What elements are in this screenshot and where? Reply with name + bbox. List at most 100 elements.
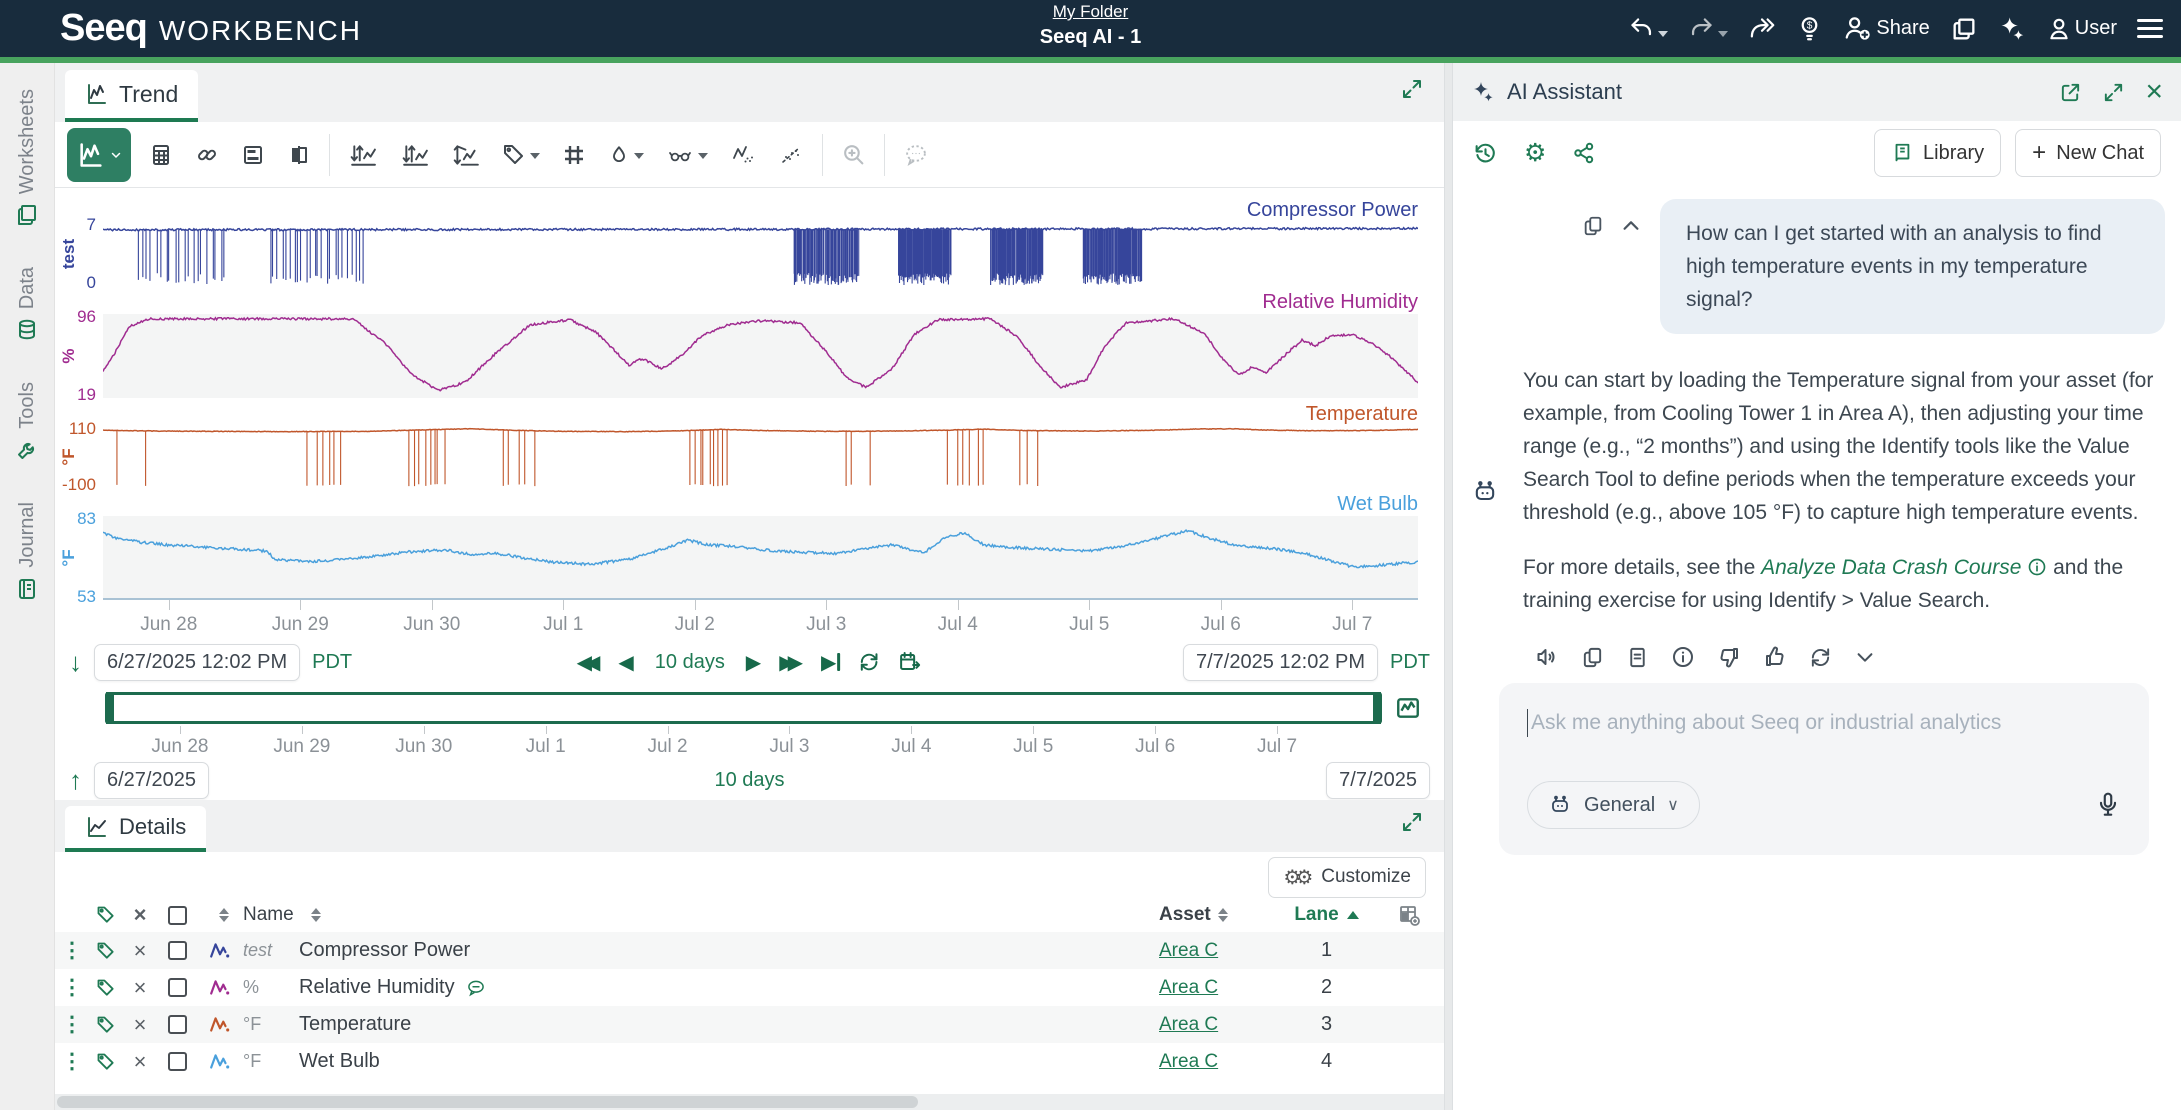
share-chat-icon[interactable] [1572, 141, 1596, 165]
restore-button[interactable] [1748, 15, 1776, 42]
copy-response-icon[interactable] [1581, 645, 1604, 669]
samples-droplet-icon[interactable] [608, 143, 644, 167]
row-menu-icon[interactable]: ⋮ [55, 938, 89, 963]
usage-button[interactable]: $ [1796, 15, 1823, 42]
header-tag-icon[interactable] [89, 905, 123, 925]
row-menu-icon[interactable]: ⋮ [55, 975, 89, 1000]
display-start-input[interactable]: 6/27/2025 12:02 PM [94, 644, 300, 681]
header-icon-sort[interactable] [197, 908, 243, 922]
gridlines-icon[interactable] [562, 143, 586, 167]
header-lane[interactable]: Lane [1279, 904, 1374, 926]
asset-link[interactable]: Area C [1159, 1014, 1218, 1036]
ai-settings-icon[interactable]: ⚙ [1524, 141, 1546, 166]
auto-scale-axis-icon[interactable] [400, 142, 430, 168]
crash-course-link[interactable]: Analyze Data Crash Course [1761, 556, 2021, 579]
header-name[interactable]: Name [243, 904, 1159, 926]
labels-tag-icon[interactable] [502, 143, 540, 167]
tab-trend[interactable]: Trend [65, 70, 198, 122]
scrollbar-thumb[interactable] [57, 1096, 918, 1108]
step-forward-half-button[interactable]: ▶ [746, 650, 761, 675]
ai-expand-icon[interactable] [2102, 81, 2125, 104]
chat-input-card[interactable]: Ask me anything about Seeq or industrial… [1499, 683, 2149, 855]
new-chat-button[interactable]: + New Chat [2015, 129, 2161, 177]
step-back-full-button[interactable]: ◀◀ [577, 650, 601, 675]
chart-type-button[interactable] [67, 128, 131, 182]
panel-divider[interactable] [1444, 63, 1453, 1110]
series-plot[interactable] [103, 222, 1418, 286]
redo-button[interactable] [1688, 15, 1728, 42]
y-axis[interactable]: test 7 0 [55, 222, 103, 286]
regenerate-icon[interactable] [1809, 645, 1832, 669]
header-checkbox[interactable] [168, 906, 187, 925]
series-label[interactable]: Temperature [1306, 403, 1418, 426]
derivative-samples-icon[interactable] [730, 143, 756, 167]
investigate-range-slider[interactable] [105, 692, 1382, 724]
copy-range-down-icon[interactable]: ↓ [69, 647, 82, 678]
table-row[interactable]: ⋮ × % Relative Humidity Area C 2 [55, 969, 1444, 1006]
table-row[interactable]: ⋮ × test Compressor Power Area C 1 [55, 932, 1444, 969]
copy-message-icon[interactable] [1582, 215, 1604, 237]
step-back-half-button[interactable]: ◀ [618, 650, 633, 675]
sidebar-item-worksheets[interactable]: Worksheets [15, 89, 39, 227]
row-checkbox[interactable] [168, 1052, 187, 1071]
step-to-end-button[interactable]: ▶ [821, 650, 840, 675]
row-remove-icon[interactable]: × [123, 1051, 157, 1073]
row-checkbox[interactable] [168, 978, 187, 997]
display-end-timezone[interactable]: PDT [1390, 651, 1430, 674]
slider-right-handle[interactable] [1373, 692, 1381, 724]
auto-update-icon[interactable] [858, 651, 880, 673]
display-duration[interactable]: 10 days [652, 651, 728, 674]
ai-assistant-toggle[interactable] [1998, 15, 2026, 43]
library-button[interactable]: Library [1874, 129, 2001, 177]
mode-selector[interactable]: General ∨ [1527, 781, 1700, 829]
investigate-start-input[interactable]: 6/27/2025 [94, 762, 209, 799]
trend-chart[interactable]: Compressor Power test 7 0 Relative Humid… [55, 188, 1444, 638]
response-info-icon[interactable] [1671, 645, 1695, 669]
investigate-duration[interactable]: 10 days [712, 769, 788, 792]
row-checkbox[interactable] [168, 941, 187, 960]
customize-axis-icon[interactable] [348, 142, 378, 168]
y-axis[interactable]: °F 83 53 [55, 516, 103, 600]
read-aloud-icon[interactable] [1535, 645, 1559, 669]
header-remove-icon[interactable]: × [123, 904, 157, 926]
cursors-icon[interactable] [666, 143, 708, 167]
row-remove-icon[interactable]: × [123, 977, 157, 999]
sidebar-item-journal[interactable]: Journal [15, 502, 39, 601]
chain-link-icon[interactable] [195, 143, 219, 167]
hamburger-menu-icon[interactable] [2137, 19, 2163, 38]
data-table-icon[interactable] [149, 143, 173, 167]
table-row[interactable]: ⋮ × °F Temperature Area C 3 [55, 1006, 1444, 1043]
row-remove-icon[interactable]: × [123, 1014, 157, 1036]
row-remove-icon[interactable]: × [123, 940, 157, 962]
view-source-doc-icon[interactable] [1626, 645, 1649, 669]
row-tag-icon[interactable] [89, 978, 123, 998]
worksheet-windows-button[interactable] [1950, 15, 1978, 43]
table-row[interactable]: ⋮ × °F Wet Bulb Area C 4 [55, 1043, 1444, 1080]
row-menu-icon[interactable]: ⋮ [55, 1012, 89, 1037]
breadcrumb-my-folder[interactable]: My Folder [1040, 2, 1142, 22]
display-end-input[interactable]: 7/7/2025 12:02 PM [1183, 644, 1378, 681]
tab-details[interactable]: Details [65, 806, 206, 852]
series-plot[interactable] [103, 426, 1418, 488]
investigate-end-input[interactable]: 7/7/2025 [1326, 762, 1430, 799]
collapse-message-icon[interactable] [1620, 215, 1642, 237]
series-label[interactable]: Compressor Power [1247, 199, 1418, 222]
sidebar-item-data[interactable]: Data [15, 267, 39, 342]
chat-history-icon[interactable] [1473, 141, 1498, 166]
compare-view-icon[interactable] [287, 143, 311, 167]
zoom-in-icon[interactable] [841, 142, 866, 167]
annotate-bubble-icon[interactable] [903, 142, 929, 167]
link-info-icon[interactable] [2027, 557, 2047, 577]
more-actions-chevron-icon[interactable] [1854, 645, 1876, 669]
row-tag-icon[interactable] [89, 1052, 123, 1072]
y-axis[interactable]: °F 110 -100 [55, 426, 103, 488]
row-checkbox[interactable] [168, 1015, 187, 1034]
thumbs-up-icon[interactable] [1763, 645, 1787, 669]
asset-link[interactable]: Area C [1159, 940, 1218, 962]
trend-expand-icon[interactable] [1400, 77, 1424, 101]
thumbs-down-icon[interactable] [1717, 645, 1741, 669]
share-button[interactable]: Share [1843, 15, 1929, 42]
user-menu[interactable]: User [2046, 16, 2117, 42]
microphone-icon[interactable] [2095, 791, 2121, 819]
customize-button[interactable]: ⚙⚙ Customize [1268, 857, 1426, 898]
